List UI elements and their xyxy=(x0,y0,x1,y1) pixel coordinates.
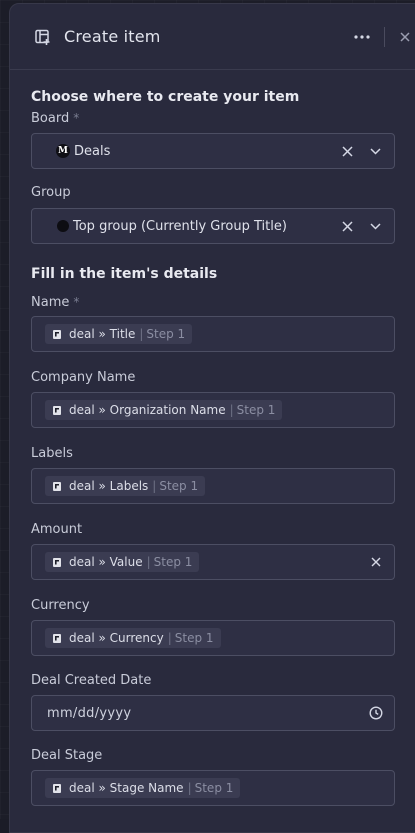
group-name: Top group (Currently Group Title) xyxy=(73,218,287,234)
chip-step: Step 1 xyxy=(159,479,199,493)
header-divider xyxy=(384,26,385,47)
details-section-title: Fill in the item's details xyxy=(31,266,218,282)
panel-title: Create item xyxy=(64,27,161,46)
create-item-panel: Create item Choose where to create your … xyxy=(9,3,415,833)
company-name-field[interactable]: deal » Organization Name | Step 1 xyxy=(31,392,395,428)
source-app-icon xyxy=(53,633,61,643)
source-app-icon xyxy=(53,783,61,793)
chip-separator: | xyxy=(187,781,192,795)
group-select[interactable]: Top group (Currently Group Title) xyxy=(31,208,395,244)
close-icon[interactable] xyxy=(394,26,415,48)
more-options-button[interactable] xyxy=(348,23,376,51)
source-app-icon xyxy=(53,405,61,415)
board-select-value: M Deals xyxy=(46,144,338,159)
chip-separator: | xyxy=(152,479,157,493)
date-placeholder: mm/dd/yyyy xyxy=(47,705,132,721)
group-label: Group xyxy=(31,185,71,200)
chevron-down-icon[interactable] xyxy=(366,217,384,235)
location-section-title: Choose where to create your item xyxy=(31,89,300,105)
chip-step: Step 1 xyxy=(146,327,186,341)
chip-path: deal » Value xyxy=(69,555,143,569)
chip-path: deal » Title xyxy=(69,327,136,341)
company-name-label: Company Name xyxy=(31,370,136,385)
source-app-icon xyxy=(53,481,61,491)
required-marker: * xyxy=(73,111,80,125)
chip-path: deal » Currency xyxy=(69,631,164,645)
mapped-value-chip[interactable]: deal » Labels | Step 1 xyxy=(45,476,206,496)
amount-field[interactable]: deal » Value | Step 1 xyxy=(31,544,395,580)
group-color-dot xyxy=(57,220,69,232)
chip-separator: | xyxy=(139,327,144,341)
deal-stage-field[interactable]: deal » Stage Name | Step 1 xyxy=(31,770,395,806)
labels-field[interactable]: deal » Labels | Step 1 xyxy=(31,468,395,504)
mapped-value-chip[interactable]: deal » Organization Name | Step 1 xyxy=(45,400,283,420)
clock-icon[interactable] xyxy=(368,705,384,721)
currency-field[interactable]: deal » Currency | Step 1 xyxy=(31,620,395,656)
mapped-value-chip[interactable]: deal » Value | Step 1 xyxy=(45,552,200,572)
mapped-value-chip[interactable]: deal » Title | Step 1 xyxy=(45,324,193,344)
create-item-icon xyxy=(32,26,54,48)
deal-stage-label: Deal Stage xyxy=(31,748,103,763)
name-label: Name * xyxy=(31,294,415,310)
required-marker: * xyxy=(73,295,80,309)
board-logo-icon: M xyxy=(56,144,70,158)
chip-step: Step 1 xyxy=(236,403,276,417)
chip-step: Step 1 xyxy=(174,631,214,645)
board-select[interactable]: M Deals xyxy=(31,133,395,169)
currency-label: Currency xyxy=(31,598,90,613)
chip-separator: | xyxy=(167,631,172,645)
chip-separator: | xyxy=(146,555,151,569)
labels-label: Labels xyxy=(31,446,73,461)
board-name: Deals xyxy=(74,143,111,159)
panel-header: Create item xyxy=(10,4,415,70)
source-app-icon xyxy=(53,557,61,567)
deal-created-date-label: Deal Created Date xyxy=(31,673,152,688)
deal-created-date-field[interactable]: mm/dd/yyyy xyxy=(31,695,395,731)
chip-step: Step 1 xyxy=(153,555,193,569)
chevron-down-icon[interactable] xyxy=(366,142,384,160)
group-clear-icon[interactable] xyxy=(338,217,356,235)
board-label: Board * xyxy=(31,110,415,126)
chip-step: Step 1 xyxy=(194,781,234,795)
board-label-text: Board xyxy=(31,111,70,126)
chip-path: deal » Labels xyxy=(69,479,149,493)
mapped-value-chip[interactable]: deal » Stage Name | Step 1 xyxy=(45,778,241,798)
name-label-text: Name xyxy=(31,295,70,310)
panel-body: Choose where to create your item Board * … xyxy=(10,88,415,806)
chip-path: deal » Stage Name xyxy=(69,781,184,795)
name-field[interactable]: deal » Title | Step 1 xyxy=(31,316,395,352)
amount-label: Amount xyxy=(31,522,83,537)
mapped-value-chip[interactable]: deal » Currency | Step 1 xyxy=(45,628,221,648)
chip-path: deal » Organization Name xyxy=(69,403,226,417)
board-clear-icon[interactable] xyxy=(338,142,356,160)
group-select-value: Top group (Currently Group Title) xyxy=(46,219,338,234)
clear-icon[interactable] xyxy=(368,554,384,570)
source-app-icon xyxy=(53,329,61,339)
chip-separator: | xyxy=(229,403,234,417)
